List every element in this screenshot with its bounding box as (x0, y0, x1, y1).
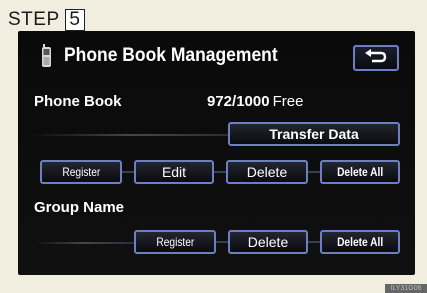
mobile-phone-icon (40, 43, 54, 69)
transfer-data-button[interactable]: Transfer Data (228, 122, 400, 146)
connector (216, 241, 228, 243)
phone-book-count-suffix: Free (272, 93, 304, 110)
divider (34, 134, 228, 136)
phone-book-label: Phone Book (34, 93, 122, 110)
back-button[interactable] (353, 45, 399, 71)
group-name-label: Group Name (34, 199, 125, 216)
register-button[interactable]: Register (40, 160, 122, 184)
delete-button[interactable]: Delete (226, 160, 308, 184)
delete-all-button[interactable]: Delete All (320, 160, 400, 184)
display-screen: Phone Book Management Phone Book 972/100… (18, 31, 415, 275)
edit-button[interactable]: Edit (134, 160, 214, 184)
delete-all-label: Delete All (336, 165, 384, 179)
phone-book-count-value: 972/1000 (207, 93, 270, 110)
connector (308, 171, 320, 173)
group-register-button[interactable]: Register (134, 230, 216, 254)
step-indicator: STEP 5 (6, 9, 85, 31)
group-delete-all-button[interactable]: Delete All (320, 230, 400, 254)
group-delete-label: Delete (247, 234, 289, 250)
back-arrow-icon (364, 48, 388, 68)
phone-book-count: 972/1000 Free (207, 93, 303, 110)
connector (308, 241, 320, 243)
header: Phone Book Management (40, 43, 296, 69)
group-delete-button[interactable]: Delete (228, 230, 308, 254)
register-label: Register (62, 165, 100, 179)
transfer-data-label: Transfer Data (269, 126, 359, 142)
connector (214, 171, 226, 173)
group-register-label: Register (156, 235, 194, 249)
group-delete-all-label: Delete All (336, 235, 384, 249)
delete-label: Delete (246, 164, 288, 180)
divider (34, 242, 134, 244)
page-title: Phone Book Management (64, 45, 278, 66)
edit-label: Edit (161, 164, 187, 180)
connector (122, 171, 134, 173)
step-label: STEP (6, 9, 62, 31)
image-code: ILY31G06 (385, 284, 427, 293)
step-number: 5 (64, 9, 85, 31)
